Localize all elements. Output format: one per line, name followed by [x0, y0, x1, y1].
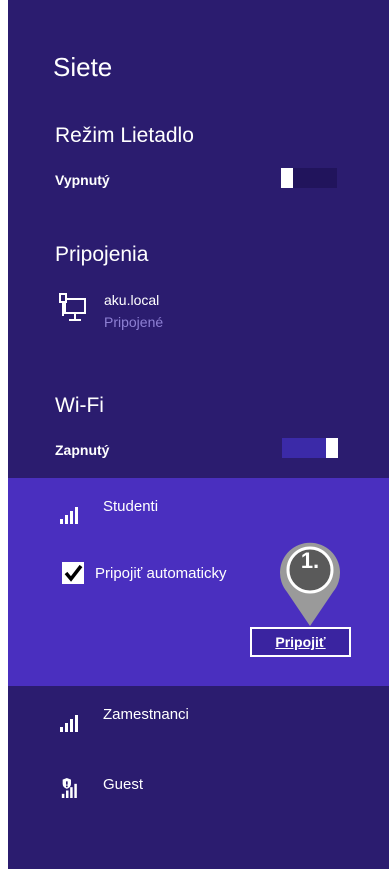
airplane-mode-status: Vypnutý — [55, 172, 110, 188]
toggle-thumb — [281, 168, 293, 188]
auto-connect-checkbox[interactable] — [62, 562, 84, 584]
connection-status: Pripojené — [104, 314, 164, 330]
connect-button[interactable]: Pripojiť — [250, 627, 351, 657]
wifi-signal-icon — [60, 715, 78, 732]
network-name: Studenti — [103, 498, 159, 515]
wifi-signal-icon — [60, 507, 78, 524]
panel-title: Siete — [53, 52, 113, 82]
airplane-mode-title: Režim Lietadlo — [55, 124, 194, 147]
auto-connect-label: Pripojiť automaticky — [95, 565, 227, 582]
wifi-title: Wi-Fi — [55, 394, 104, 417]
network-panel: Siete Režim Lietadlo Vypnutý Pripojenia … — [8, 0, 389, 869]
checkmark-icon — [64, 564, 83, 582]
connection-name: aku.local — [104, 292, 160, 308]
airplane-mode-toggle[interactable] — [281, 168, 337, 188]
network-item-guest[interactable]: Guest — [60, 776, 380, 804]
network-name: Zamestnanci — [103, 706, 189, 723]
connections-title: Pripojenia — [55, 243, 149, 266]
toggle-thumb — [326, 438, 338, 458]
callout-label: 1. — [300, 548, 320, 573]
network-item-zamestnanci[interactable]: Zamestnanci — [60, 706, 380, 734]
toggle-track — [282, 438, 326, 458]
wifi-toggle[interactable] — [282, 438, 338, 458]
network-item-studenti[interactable]: Studenti — [60, 498, 380, 526]
wifi-status: Zapnutý — [55, 442, 110, 458]
wired-network-icon — [59, 293, 86, 321]
network-name: Guest — [103, 776, 144, 793]
wifi-shield-signal-icon — [61, 778, 77, 798]
